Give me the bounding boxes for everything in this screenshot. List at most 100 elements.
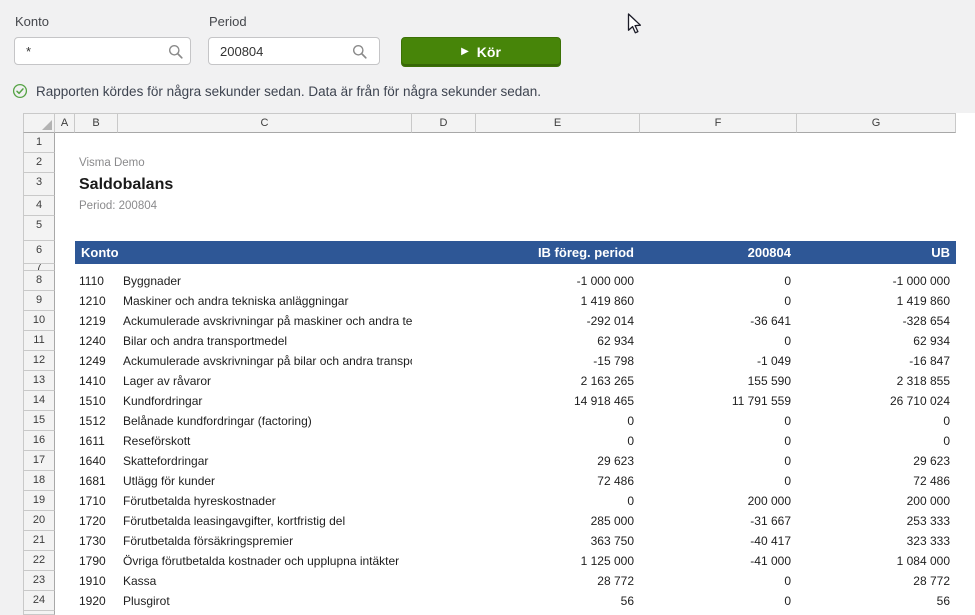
cell-name[interactable]: Ackumulerade avskrivningar på bilar och …	[123, 351, 412, 371]
row-header-3[interactable]: 3	[23, 173, 55, 196]
table-row[interactable]: 1410Lager av råvaror2 163 265155 5902 31…	[55, 371, 956, 391]
cell-konto[interactable]: 1710	[79, 491, 119, 511]
row-header-17[interactable]: 17	[23, 451, 55, 471]
cell-konto[interactable]: 1720	[79, 511, 119, 531]
cell-ub[interactable]: 0	[797, 411, 950, 431]
column-header-B[interactable]: B	[75, 113, 118, 133]
cell-period[interactable]: 0	[640, 591, 791, 611]
cell-ub[interactable]: 29 623	[797, 451, 950, 471]
table-row[interactable]: 1640Skattefordringar 29 623 0 29 623	[55, 451, 956, 471]
cell-name[interactable]: Kundfordringar	[123, 391, 412, 411]
cell-name[interactable]: Ackumulerade avskrivningar på maskiner o…	[123, 311, 412, 331]
cell-ub[interactable]: 1 084 000	[797, 551, 950, 571]
cell-ub[interactable]: 323 333	[797, 531, 950, 551]
cell-ub[interactable]: 26 710 024	[797, 391, 950, 411]
column-header-A[interactable]: A	[55, 113, 75, 133]
cell-period[interactable]: 0	[640, 271, 791, 291]
table-row[interactable]: 1910Kassa28 772028 772	[55, 571, 956, 591]
cell-period[interactable]: 155 590	[640, 371, 791, 391]
cell-period[interactable]: 200 000	[640, 491, 791, 511]
row-header-8[interactable]: 8	[23, 271, 55, 291]
cell-period[interactable]: 0	[640, 571, 791, 591]
table-row[interactable]: 1710Förutbetalda hyreskostnader 0 200 000 2…	[55, 491, 956, 511]
cell-ib[interactable]: 0	[476, 411, 634, 431]
cell-ib[interactable]: 2 163 265	[476, 371, 634, 391]
cell-name[interactable]: Reseförskott	[123, 431, 412, 451]
cell-period[interactable]: 11 791 559	[640, 391, 791, 411]
row-header-18[interactable]: 18	[23, 471, 55, 491]
row-header-partial[interactable]	[23, 611, 55, 615]
table-row[interactable]: 1110Byggnader-1 000 0000-1 000 000	[55, 271, 956, 291]
run-button[interactable]: ▶ Kör	[401, 37, 561, 67]
cell-ib[interactable]: 1 125 000	[476, 551, 634, 571]
cell-name[interactable]: Utlägg för kunder	[123, 471, 412, 491]
cell-konto[interactable]: 1640	[79, 451, 119, 471]
row-header-6[interactable]: 6	[23, 241, 55, 264]
cell-ib[interactable]: 28 772	[476, 571, 634, 591]
column-header-G[interactable]: G	[797, 113, 956, 133]
row-header-15[interactable]: 15	[23, 411, 55, 431]
cell-period[interactable]: -41 000	[640, 551, 791, 571]
cell-period[interactable]: 0	[640, 471, 791, 491]
cell-period[interactable]: -40 417	[640, 531, 791, 551]
cell-konto[interactable]: 1920	[79, 591, 119, 611]
cell-konto[interactable]: 1512	[79, 411, 119, 431]
konto-input[interactable]	[14, 37, 191, 65]
cell-konto[interactable]: 1240	[79, 331, 119, 351]
cell-name[interactable]: Belånade kundfordringar (factoring)	[123, 411, 412, 431]
cell-ib[interactable]: 0	[476, 431, 634, 451]
row-header-22[interactable]: 22	[23, 551, 55, 571]
table-row[interactable]: 1249Ackumulerade avskrivningar på bilar …	[55, 351, 956, 371]
cell-konto[interactable]: 1410	[79, 371, 119, 391]
cell-name[interactable]: Skattefordringar	[123, 451, 412, 471]
cell-name[interactable]: Bilar och andra transportmedel	[123, 331, 412, 351]
cell-ib[interactable]: 14 918 465	[476, 391, 634, 411]
cell-ib[interactable]: 29 623	[476, 451, 634, 471]
cell-konto[interactable]: 1510	[79, 391, 119, 411]
cell-ub[interactable]: 200 000	[797, 491, 950, 511]
row-header-21[interactable]: 21	[23, 531, 55, 551]
cell-ib[interactable]: 285 000	[476, 511, 634, 531]
cell-ib[interactable]: 56	[476, 591, 634, 611]
cell-period[interactable]: 0	[640, 411, 791, 431]
column-header-C[interactable]: C	[118, 113, 412, 133]
row-header-16[interactable]: 16	[23, 431, 55, 451]
cell-ub[interactable]: 62 934	[797, 331, 950, 351]
table-row[interactable]: 1512Belånade kundfordringar (factoring) 0…	[55, 411, 956, 431]
cell-period[interactable]: 0	[640, 291, 791, 311]
cell-ib[interactable]: 0	[476, 491, 634, 511]
table-row[interactable]: 1611Reseförskott000	[55, 431, 956, 451]
row-header-9[interactable]: 9	[23, 291, 55, 311]
cell-ub[interactable]: -328 654	[797, 311, 950, 331]
cell-ub[interactable]: 0	[797, 431, 950, 451]
cell-name[interactable]: Förutbetalda försäkringspremier	[123, 531, 412, 551]
table-row[interactable]: 1720Förutbetalda leasingavgifter, kortfr…	[55, 511, 956, 531]
table-row[interactable]: 1210Maskiner och andra tekniska anläggni…	[55, 291, 956, 311]
row-header-20[interactable]: 20	[23, 511, 55, 531]
cell-ub[interactable]: 253 333	[797, 511, 950, 531]
cell-name[interactable]: Förutbetalda hyreskostnader	[123, 491, 412, 511]
cell-name[interactable]: Byggnader	[123, 271, 412, 291]
cell-ub[interactable]: -16 847	[797, 351, 950, 371]
cell-period[interactable]: 0	[640, 451, 791, 471]
cell-ub[interactable]: 1 419 860	[797, 291, 950, 311]
cell-ub[interactable]: 2 318 855	[797, 371, 950, 391]
cell-name[interactable]: Förutbetalda leasingavgifter, kortfristi…	[123, 511, 412, 531]
row-header-14[interactable]: 14	[23, 391, 55, 411]
row-header-12[interactable]: 12	[23, 351, 55, 371]
column-header-D[interactable]: D	[412, 113, 476, 133]
cell-ib[interactable]: 1 419 860	[476, 291, 634, 311]
row-header-19[interactable]: 19	[23, 491, 55, 511]
magnifier-icon[interactable]	[352, 44, 368, 60]
table-row[interactable]: 1920Plusgirot56056	[55, 591, 956, 611]
table-row[interactable]: 1240Bilar och andra transportmedel 62 934…	[55, 331, 956, 351]
cell-konto[interactable]: 1249	[79, 351, 119, 371]
cell-ib[interactable]: -1 000 000	[476, 271, 634, 291]
cell-period[interactable]: 0	[640, 431, 791, 451]
cell-period[interactable]: 0	[640, 331, 791, 351]
cell-ib[interactable]: 72 486	[476, 471, 634, 491]
cell-name[interactable]: Maskiner och andra tekniska anläggningar	[123, 291, 412, 311]
cell-ib[interactable]: 363 750	[476, 531, 634, 551]
cell-konto[interactable]: 1219	[79, 311, 119, 331]
cell-name[interactable]: Kassa	[123, 571, 412, 591]
